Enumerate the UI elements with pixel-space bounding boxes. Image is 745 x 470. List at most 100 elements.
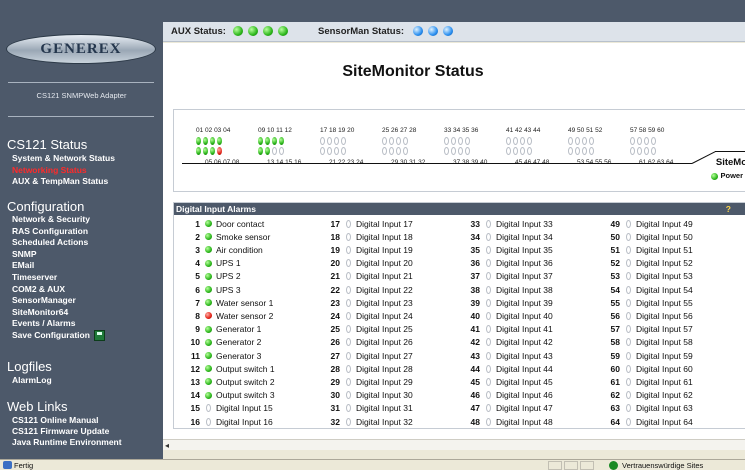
input-led-row (382, 137, 408, 145)
status-led-icon (345, 377, 351, 386)
sidebar-item-label: COM2 & AUX (12, 283, 66, 294)
table-row: 52 Digital Input 52 (594, 257, 693, 270)
section-title: Logfiles (7, 359, 52, 374)
sidebar-item-label: Events / Alarms (12, 318, 76, 329)
input-number: 31 (330, 403, 340, 414)
input-led (341, 147, 346, 155)
status-led-icon (485, 245, 491, 254)
input-group-top-numbers: 17 18 19 20 (320, 127, 355, 134)
input-number: 62 (610, 390, 620, 401)
input-led (272, 137, 277, 145)
input-led (403, 137, 408, 145)
input-state (480, 377, 496, 386)
input-label: Digital Input 25 (356, 324, 413, 335)
input-led (327, 147, 332, 155)
input-state (480, 364, 496, 373)
table-row: 59 Digital Input 59 (594, 349, 693, 362)
input-group-top-numbers: 57 58 59 60 (630, 127, 665, 134)
input-label: Digital Input 26 (356, 337, 413, 348)
status-led-icon (485, 404, 491, 413)
sidebar-item-aux-tempman-status[interactable]: AUX & TempMan Status (12, 176, 108, 186)
sidebar-item-sensormanager[interactable]: SensorManager (12, 295, 76, 305)
input-led (506, 137, 511, 145)
sitemonitor-name: SiteMo (715, 157, 745, 168)
status-led-icon (204, 365, 212, 373)
status-pane (548, 461, 562, 470)
table-row: 9 Generator 1 (174, 323, 261, 336)
table-row: 31 Digital Input 31 (314, 402, 413, 415)
input-number: 18 (330, 231, 340, 242)
sidebar-item-snmp[interactable]: SNMP (12, 249, 37, 259)
input-label: Digital Input 22 (356, 284, 413, 295)
input-label: Digital Input 43 (496, 350, 553, 361)
table-row: 21 Digital Input 21 (314, 270, 413, 283)
sidebar-item-alarmlog[interactable]: AlarmLog (12, 375, 52, 385)
status-led-icon (205, 404, 211, 413)
sidebar-item-cs121-firmware-update[interactable]: CS121 Firmware Update (12, 426, 109, 436)
input-led (217, 137, 222, 145)
aux-status-led (233, 26, 243, 36)
input-number: 15 (190, 403, 200, 414)
input-led-row (568, 147, 594, 155)
sidebar-item-email[interactable]: EMail (12, 260, 34, 270)
input-label: Digital Input 31 (356, 403, 413, 414)
sidebar-item-cs121-online-manual[interactable]: CS121 Online Manual (12, 415, 98, 425)
table-row: 53 Digital Input 53 (594, 270, 693, 283)
sidebar-item-network-security[interactable]: Network & Security (12, 214, 90, 224)
input-led-row (196, 147, 222, 155)
input-label: Water sensor 1 (216, 297, 274, 308)
input-number: 46 (470, 390, 480, 401)
input-group-top-numbers: 01 02 03 04 (196, 127, 231, 134)
scroll-left-icon[interactable]: ◂ (165, 441, 169, 450)
input-label: Digital Input 36 (496, 258, 553, 269)
input-led (203, 137, 208, 145)
horizontal-scrollbar[interactable]: ◂ (163, 439, 745, 450)
input-led (630, 147, 635, 155)
input-state (620, 259, 636, 268)
input-state (480, 232, 496, 241)
sidebar-item-networking-status[interactable]: Networking Status (12, 165, 87, 175)
input-led (444, 137, 449, 145)
table-row: 47 Digital Input 47 (454, 402, 553, 415)
input-led (637, 137, 642, 145)
sidebar-item-scheduled-actions[interactable]: Scheduled Actions (12, 237, 88, 247)
connection-line (691, 151, 716, 164)
input-led (568, 147, 573, 155)
input-label: Digital Input 51 (636, 244, 693, 255)
aux-status-led (263, 26, 273, 36)
input-number: 39 (470, 297, 480, 308)
section-title: CS121 Status (7, 137, 88, 152)
sidebar-item-events-alarms[interactable]: Events / Alarms (12, 318, 75, 328)
input-label: Digital Input 56 (636, 310, 693, 321)
status-led-icon (345, 259, 351, 268)
status-led-icon (204, 246, 212, 254)
status-led-icon (485, 298, 491, 307)
sidebar-item-timeserver[interactable]: Timeserver (12, 272, 57, 282)
input-label: UPS 2 (216, 271, 241, 282)
input-number: 1 (195, 218, 200, 229)
sidebar-item-sitemonitor64[interactable]: SiteMonitor64 (12, 307, 68, 317)
input-number: 22 (330, 284, 340, 295)
generex-logo[interactable]: GENEREX (6, 34, 156, 64)
table-row: 50 Digital Input 50 (594, 230, 693, 243)
sidebar-item-save-configuration[interactable]: Save Configuration (12, 330, 105, 342)
input-state (340, 338, 356, 347)
input-label: Digital Input 16 (216, 416, 273, 427)
input-state (200, 404, 216, 413)
input-label: Digital Input 39 (496, 297, 553, 308)
status-led-icon (625, 311, 631, 320)
table-row: 34 Digital Input 34 (454, 230, 553, 243)
input-state (480, 285, 496, 294)
input-number: 30 (330, 390, 340, 401)
table-row: 16 Digital Input 16 (174, 415, 273, 428)
input-led (258, 137, 263, 145)
status-led-icon (625, 377, 631, 386)
input-state (620, 219, 636, 228)
help-link[interactable]: ? (726, 203, 731, 215)
sidebar-item-system-network-status[interactable]: System & Network Status (12, 153, 115, 163)
input-state (200, 312, 216, 320)
sidebar-item-java-runtime-environment[interactable]: Java Runtime Environment (12, 437, 122, 447)
sidebar-item-ras-configuration[interactable]: RAS Configuration (12, 226, 88, 236)
sidebar-item-com2-aux[interactable]: COM2 & AUX (12, 284, 65, 294)
sensorman-status-led (428, 26, 438, 36)
